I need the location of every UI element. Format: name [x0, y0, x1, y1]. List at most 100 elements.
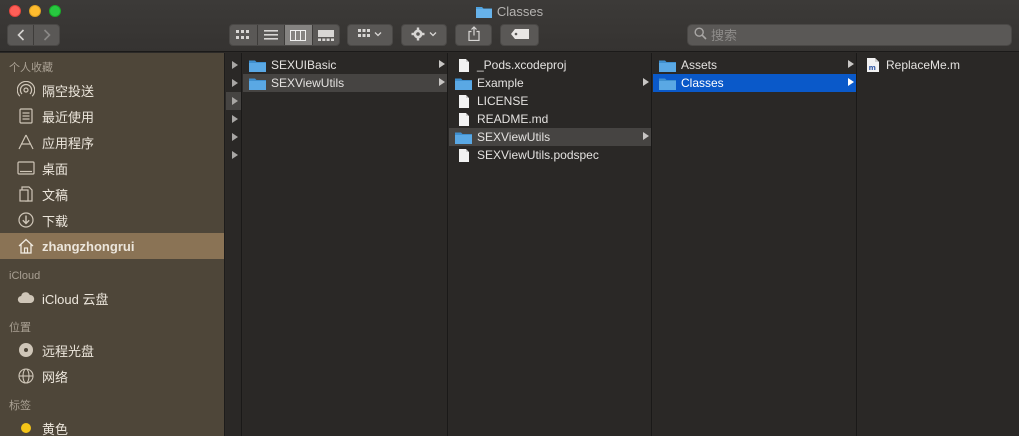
window-title-text: Classes — [496, 4, 544, 19]
objc-m-file-icon: m — [864, 58, 881, 72]
tags-button[interactable] — [500, 24, 539, 46]
sidebar-section-locations: 位置 — [9, 322, 31, 334]
sidebar-section-icloud: iCloud — [9, 270, 41, 282]
item-label: ReplaceMe.m — [886, 58, 961, 72]
chevron-right-icon — [439, 78, 445, 86]
search-icon — [694, 27, 707, 43]
gallery-view-icon[interactable] — [313, 25, 340, 45]
search-field[interactable] — [687, 24, 1012, 46]
downloads-icon — [16, 211, 36, 229]
airdrop-icon — [16, 81, 36, 99]
folder-icon — [659, 58, 676, 72]
sidebar-item-recents[interactable]: 最近使用 — [0, 103, 224, 129]
document-icon — [455, 94, 472, 108]
applications-icon — [16, 133, 36, 151]
sidebar-item-documents[interactable]: 文稿 — [0, 181, 224, 207]
sidebar-item-remote-disc[interactable]: 远程光盘 — [0, 337, 224, 363]
finder-window: Classes 搜索 个人收藏 隔空投送 最近使用 应用程序 桌面 文稿 下载 … — [0, 0, 1019, 436]
sidebar: 个人收藏 隔空投送 最近使用 应用程序 桌面 文稿 下载 zhangzhongr… — [0, 53, 225, 436]
sidebar-item-network[interactable]: 网络 — [0, 363, 224, 389]
item-label: Classes — [681, 76, 724, 90]
sidebar-item-home[interactable]: zhangzhongrui — [0, 233, 224, 259]
sidebar-section-favorites: 个人收藏 — [9, 62, 53, 74]
chevron-right-icon — [439, 60, 445, 68]
document-icon — [455, 148, 472, 162]
svg-text:m: m — [868, 64, 875, 72]
list-item[interactable]: Classes — [653, 74, 856, 92]
list-item[interactable]: _Pods.xcodeproj — [449, 56, 651, 74]
list-item[interactable]: Example — [449, 74, 651, 92]
chevron-right-icon — [848, 78, 854, 86]
column-view-icon[interactable] — [285, 25, 313, 45]
window-title: Classes — [0, 4, 1019, 21]
cloud-icon — [16, 289, 36, 307]
folder-icon — [455, 76, 472, 90]
sidebar-item-airdrop[interactable]: 隔空投送 — [0, 77, 224, 103]
folder-icon — [659, 76, 676, 90]
column-parent-collapsed — [226, 53, 242, 436]
list-item[interactable]: SEXViewUtils — [449, 128, 651, 146]
search-input[interactable] — [711, 27, 991, 43]
sidebar-item-label: 桌面 — [42, 161, 69, 177]
sidebar-item-label: 最近使用 — [42, 109, 95, 125]
view-mode-control — [229, 24, 340, 46]
toolbar: Classes — [0, 0, 1019, 52]
disclosure-triangle-icon[interactable] — [226, 146, 241, 164]
sidebar-item-icloud-drive[interactable]: iCloud 云盘 — [0, 285, 224, 311]
item-label: _Pods.xcodeproj — [477, 58, 567, 72]
disclosure-triangle-icon[interactable] — [226, 74, 241, 92]
list-item[interactable]: Assets — [653, 56, 856, 74]
list-view-icon[interactable] — [258, 25, 285, 45]
sidebar-item-label: 隔空投送 — [42, 83, 95, 99]
list-item[interactable]: SEXViewUtils — [243, 74, 447, 92]
arrange-grid-icon — [358, 28, 382, 42]
chevron-right-icon — [848, 60, 854, 68]
document-icon — [455, 112, 472, 126]
item-label: SEXUIBasic — [271, 58, 337, 72]
list-item[interactable]: README.md — [449, 110, 651, 128]
sidebar-item-tag-yellow[interactable]: 黄色 — [0, 415, 224, 436]
column-3: Assets Classes — [653, 53, 857, 436]
gear-icon — [411, 27, 437, 44]
share-icon — [467, 26, 480, 44]
chevron-left-icon[interactable] — [8, 25, 33, 45]
document-icon — [455, 58, 472, 72]
list-item[interactable]: SEXViewUtils.podspec — [449, 146, 651, 164]
sidebar-item-label: 应用程序 — [42, 135, 95, 151]
disclosure-triangle-icon[interactable] — [226, 56, 241, 74]
documents-icon — [16, 185, 36, 203]
sidebar-item-label: iCloud 云盘 — [42, 291, 109, 307]
sidebar-item-label: 下载 — [42, 213, 69, 229]
recents-icon — [16, 107, 36, 125]
sidebar-item-label: 文稿 — [42, 187, 69, 203]
column-1: SEXUIBasic SEXViewUtils — [243, 53, 448, 436]
sidebar-item-downloads[interactable]: 下载 — [0, 207, 224, 233]
disclosure-triangle-icon[interactable] — [226, 92, 241, 110]
sidebar-item-desktop[interactable]: 桌面 — [0, 155, 224, 181]
chevron-right-icon[interactable] — [33, 25, 59, 45]
item-label: README.md — [477, 112, 549, 126]
disclosure-triangle-icon[interactable] — [226, 128, 241, 146]
folder-icon — [249, 58, 266, 72]
item-label: SEXViewUtils — [477, 130, 551, 144]
action-menu-button[interactable] — [401, 24, 447, 46]
tag-icon — [510, 28, 529, 42]
item-label: SEXViewUtils.podspec — [477, 148, 599, 162]
sidebar-item-label: 远程光盘 — [42, 343, 95, 359]
folder-icon — [249, 76, 266, 90]
share-button[interactable] — [455, 24, 492, 46]
column-2: _Pods.xcodeproj Example LICENSE README.m… — [449, 53, 652, 436]
folder-icon — [475, 5, 492, 21]
disclosure-triangle-icon[interactable] — [226, 110, 241, 128]
sidebar-item-label: zhangzhongrui — [42, 238, 135, 254]
icon-view-icon[interactable] — [230, 25, 258, 45]
list-item[interactable]: SEXUIBasic — [243, 56, 447, 74]
chevron-right-icon — [643, 132, 649, 140]
desktop-icon — [16, 159, 36, 177]
group-by-button[interactable] — [347, 24, 393, 46]
sidebar-item-applications[interactable]: 应用程序 — [0, 129, 224, 155]
folder-icon — [455, 130, 472, 144]
list-item[interactable]: LICENSE — [449, 92, 651, 110]
list-item[interactable]: m ReplaceMe.m — [858, 56, 1019, 74]
chevron-right-icon — [643, 78, 649, 86]
